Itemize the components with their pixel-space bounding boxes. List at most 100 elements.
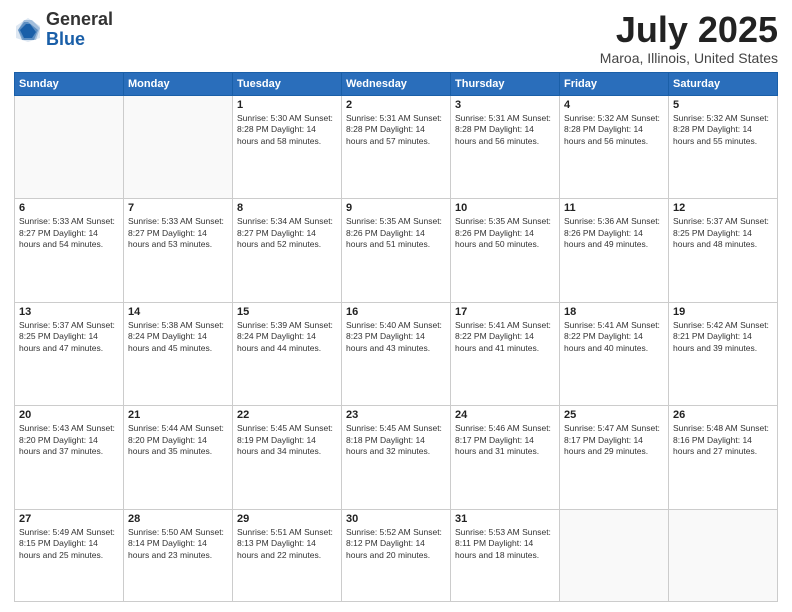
day-number: 20 bbox=[19, 409, 119, 421]
day-number: 24 bbox=[455, 409, 555, 421]
table-row: 17 Sunrise: 5:41 AM Sunset: 8:22 PM Dayli… bbox=[451, 302, 560, 406]
day-detail: Sunrise: 5:41 AM Sunset: 8:22 PM Dayligh… bbox=[564, 320, 664, 354]
day-detail: Sunrise: 5:42 AM Sunset: 8:21 PM Dayligh… bbox=[673, 320, 773, 354]
day-detail: Sunrise: 5:33 AM Sunset: 8:27 PM Dayligh… bbox=[19, 216, 119, 250]
header: General Blue July 2025 Maroa, Illinois, … bbox=[14, 10, 778, 66]
calendar-header-row: Sunday Monday Tuesday Wednesday Thursday… bbox=[15, 72, 778, 95]
table-row: 8 Sunrise: 5:34 AM Sunset: 8:27 PM Daylig… bbox=[233, 199, 342, 303]
day-number: 17 bbox=[455, 306, 555, 318]
day-detail: Sunrise: 5:35 AM Sunset: 8:26 PM Dayligh… bbox=[346, 216, 446, 250]
logo-general-text: General bbox=[46, 10, 113, 30]
day-number: 30 bbox=[346, 513, 446, 525]
day-number: 4 bbox=[564, 99, 664, 111]
day-number: 26 bbox=[673, 409, 773, 421]
day-detail: Sunrise: 5:34 AM Sunset: 8:27 PM Dayligh… bbox=[237, 216, 337, 250]
day-detail: Sunrise: 5:43 AM Sunset: 8:20 PM Dayligh… bbox=[19, 423, 119, 457]
day-number: 10 bbox=[455, 202, 555, 214]
table-row bbox=[560, 509, 669, 601]
day-number: 23 bbox=[346, 409, 446, 421]
table-row: 13Sunrise: 5:37 AM Sunset: 8:25 PM Dayli… bbox=[15, 302, 124, 406]
col-tuesday: Tuesday bbox=[233, 72, 342, 95]
day-detail: Sunrise: 5:45 AM Sunset: 8:19 PM Dayligh… bbox=[237, 423, 337, 457]
day-number: 2 bbox=[346, 99, 446, 111]
day-number: 21 bbox=[128, 409, 228, 421]
logo: General Blue bbox=[14, 10, 113, 50]
day-number: 22 bbox=[237, 409, 337, 421]
table-row: 10 Sunrise: 5:35 AM Sunset: 8:26 PM Dayli… bbox=[451, 199, 560, 303]
col-monday: Monday bbox=[124, 72, 233, 95]
table-row: 19 Sunrise: 5:42 AM Sunset: 8:21 PM Dayli… bbox=[669, 302, 778, 406]
day-number: 28 bbox=[128, 513, 228, 525]
day-detail: Sunrise: 5:44 AM Sunset: 8:20 PM Dayligh… bbox=[128, 423, 228, 457]
day-detail: Sunrise: 5:46 AM Sunset: 8:17 PM Dayligh… bbox=[455, 423, 555, 457]
table-row: 21 Sunrise: 5:44 AM Sunset: 8:20 PM Dayli… bbox=[124, 406, 233, 510]
day-detail: Sunrise: 5:48 AM Sunset: 8:16 PM Dayligh… bbox=[673, 423, 773, 457]
day-number: 8 bbox=[237, 202, 337, 214]
day-number: 5 bbox=[673, 99, 773, 111]
col-sunday: Sunday bbox=[15, 72, 124, 95]
day-detail: Sunrise: 5:32 AM Sunset: 8:28 PM Dayligh… bbox=[673, 113, 773, 147]
day-number: 25 bbox=[564, 409, 664, 421]
col-friday: Friday bbox=[560, 72, 669, 95]
day-detail: Sunrise: 5:31 AM Sunset: 8:28 PM Dayligh… bbox=[455, 113, 555, 147]
col-wednesday: Wednesday bbox=[342, 72, 451, 95]
day-detail: Sunrise: 5:49 AM Sunset: 8:15 PM Dayligh… bbox=[19, 527, 119, 561]
table-row: 16Sunrise: 5:40 AM Sunset: 8:23 PM Dayli… bbox=[342, 302, 451, 406]
table-row: 30 Sunrise: 5:52 AM Sunset: 8:12 PM Dayli… bbox=[342, 509, 451, 601]
table-row: 31 Sunrise: 5:53 AM Sunset: 8:11 PM Dayli… bbox=[451, 509, 560, 601]
table-row: 27 Sunrise: 5:49 AM Sunset: 8:15 PM Dayli… bbox=[15, 509, 124, 601]
day-number: 15 bbox=[237, 306, 337, 318]
table-row: 12Sunrise: 5:37 AM Sunset: 8:25 PM Dayli… bbox=[669, 199, 778, 303]
table-row: 3 Sunrise: 5:31 AM Sunset: 8:28 PM Daylig… bbox=[451, 95, 560, 199]
day-number: 9 bbox=[346, 202, 446, 214]
logo-text: General Blue bbox=[46, 10, 113, 50]
table-row bbox=[669, 509, 778, 601]
day-detail: Sunrise: 5:38 AM Sunset: 8:24 PM Dayligh… bbox=[128, 320, 228, 354]
day-detail: Sunrise: 5:52 AM Sunset: 8:12 PM Dayligh… bbox=[346, 527, 446, 561]
table-row: 18Sunrise: 5:41 AM Sunset: 8:22 PM Dayli… bbox=[560, 302, 669, 406]
day-detail: Sunrise: 5:35 AM Sunset: 8:26 PM Dayligh… bbox=[455, 216, 555, 250]
day-number: 12 bbox=[673, 202, 773, 214]
day-detail: Sunrise: 5:39 AM Sunset: 8:24 PM Dayligh… bbox=[237, 320, 337, 354]
table-row: 24 Sunrise: 5:46 AM Sunset: 8:17 PM Dayli… bbox=[451, 406, 560, 510]
day-detail: Sunrise: 5:36 AM Sunset: 8:26 PM Dayligh… bbox=[564, 216, 664, 250]
day-number: 31 bbox=[455, 513, 555, 525]
table-row: 4Sunrise: 5:32 AM Sunset: 8:28 PM Daylig… bbox=[560, 95, 669, 199]
day-detail: Sunrise: 5:31 AM Sunset: 8:28 PM Dayligh… bbox=[346, 113, 446, 147]
day-number: 7 bbox=[128, 202, 228, 214]
table-row: 2 Sunrise: 5:31 AM Sunset: 8:28 PM Daylig… bbox=[342, 95, 451, 199]
col-thursday: Thursday bbox=[451, 72, 560, 95]
table-row bbox=[124, 95, 233, 199]
title-block: July 2025 Maroa, Illinois, United States bbox=[600, 10, 778, 66]
day-detail: Sunrise: 5:45 AM Sunset: 8:18 PM Dayligh… bbox=[346, 423, 446, 457]
day-detail: Sunrise: 5:50 AM Sunset: 8:14 PM Dayligh… bbox=[128, 527, 228, 561]
table-row: 1Sunrise: 5:30 AM Sunset: 8:28 PM Daylig… bbox=[233, 95, 342, 199]
table-row: 7 Sunrise: 5:33 AM Sunset: 8:27 PM Daylig… bbox=[124, 199, 233, 303]
day-number: 3 bbox=[455, 99, 555, 111]
logo-icon bbox=[14, 16, 42, 44]
day-number: 29 bbox=[237, 513, 337, 525]
table-row: 6 Sunrise: 5:33 AM Sunset: 8:27 PM Daylig… bbox=[15, 199, 124, 303]
day-number: 6 bbox=[19, 202, 119, 214]
day-detail: Sunrise: 5:53 AM Sunset: 8:11 PM Dayligh… bbox=[455, 527, 555, 561]
table-row: 15 Sunrise: 5:39 AM Sunset: 8:24 PM Dayli… bbox=[233, 302, 342, 406]
calendar-table: Sunday Monday Tuesday Wednesday Thursday… bbox=[14, 72, 778, 602]
day-number: 27 bbox=[19, 513, 119, 525]
table-row: 5 Sunrise: 5:32 AM Sunset: 8:28 PM Daylig… bbox=[669, 95, 778, 199]
day-detail: Sunrise: 5:40 AM Sunset: 8:23 PM Dayligh… bbox=[346, 320, 446, 354]
day-detail: Sunrise: 5:33 AM Sunset: 8:27 PM Dayligh… bbox=[128, 216, 228, 250]
col-saturday: Saturday bbox=[669, 72, 778, 95]
day-number: 11 bbox=[564, 202, 664, 214]
day-number: 19 bbox=[673, 306, 773, 318]
day-number: 14 bbox=[128, 306, 228, 318]
table-row: 25Sunrise: 5:47 AM Sunset: 8:17 PM Dayli… bbox=[560, 406, 669, 510]
table-row: 11 Sunrise: 5:36 AM Sunset: 8:26 PM Dayli… bbox=[560, 199, 669, 303]
day-detail: Sunrise: 5:30 AM Sunset: 8:28 PM Dayligh… bbox=[237, 113, 337, 147]
month-title: July 2025 bbox=[600, 10, 778, 50]
day-detail: Sunrise: 5:37 AM Sunset: 8:25 PM Dayligh… bbox=[19, 320, 119, 354]
table-row: 29Sunrise: 5:51 AM Sunset: 8:13 PM Dayli… bbox=[233, 509, 342, 601]
day-detail: Sunrise: 5:41 AM Sunset: 8:22 PM Dayligh… bbox=[455, 320, 555, 354]
table-row: 28 Sunrise: 5:50 AM Sunset: 8:14 PM Dayli… bbox=[124, 509, 233, 601]
table-row: 26 Sunrise: 5:48 AM Sunset: 8:16 PM Dayli… bbox=[669, 406, 778, 510]
location-title: Maroa, Illinois, United States bbox=[600, 50, 778, 66]
